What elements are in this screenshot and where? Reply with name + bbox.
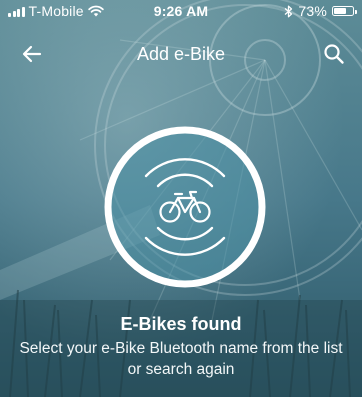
add-ebike-screen: T-Mobile 9:26 AM 73% Add e-Bike E-Bikes … — [0, 0, 362, 397]
results-message: Select your e-Bike Bluetooth name from t… — [19, 340, 343, 378]
page-title: Add e-Bike — [136, 44, 226, 64]
results-heading: E-Bikes found — [120, 314, 242, 334]
scan-indicator — [104, 126, 266, 288]
nav-bar: Add e-Bike — [0, 32, 362, 76]
status-right: 73% — [284, 3, 357, 19]
battery-percent: 73% — [298, 3, 327, 19]
battery-fill — [334, 8, 346, 14]
battery-icon — [332, 6, 357, 16]
search-button[interactable] — [320, 41, 348, 67]
search-icon — [324, 44, 344, 64]
bluetooth-icon — [284, 5, 293, 17]
status-bar: T-Mobile 9:26 AM 73% — [0, 0, 362, 22]
